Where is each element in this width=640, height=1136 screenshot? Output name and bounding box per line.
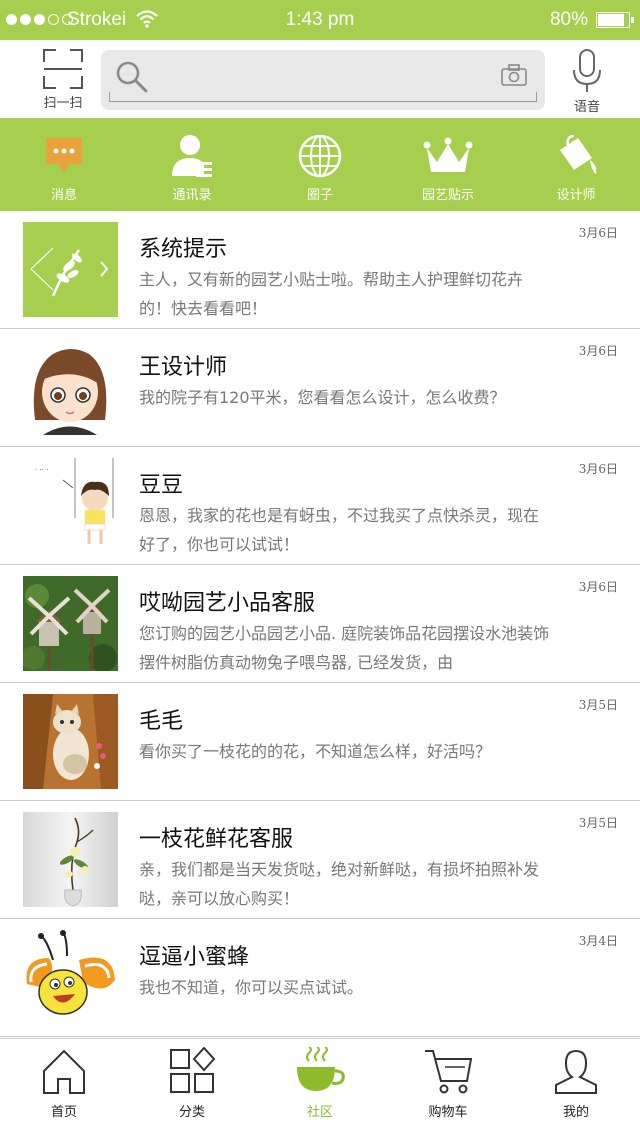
bottom-tab-label: 分类 — [178, 1105, 205, 1120]
message-preview: 您订购的园艺小品园艺小品. 庭院装饰品花园摆设水池装饰摆件树脂仿真动物兔子喂鸟器… — [139, 624, 550, 672]
system-avatar — [23, 222, 118, 317]
message-bubble-icon — [46, 138, 82, 172]
scan-button[interactable]: 扫一扫 — [34, 48, 92, 114]
bottom-tab-label: 社区 — [306, 1105, 333, 1120]
tab-messages[interactable]: 消息 — [0, 118, 128, 211]
message-preview: 亲，我们都是当天发货哒，绝对新鲜哒，有损坏拍照补发哒，亲可以放心购买！ — [139, 860, 540, 908]
home-icon — [43, 1049, 85, 1094]
microphone-icon — [573, 49, 601, 92]
battery-fill — [598, 14, 624, 26]
user-icon — [555, 1049, 597, 1094]
svg-text:· ·· ·: · ·· · — [35, 466, 48, 474]
message-item[interactable]: 系统提示 3月6日 主人，又有新的园艺小贴士啦。帮助主人护理鲜切花卉的！快去看看… — [0, 211, 640, 329]
message-preview: 我也不知道，你可以买点试试。 — [139, 978, 364, 997]
category-icon — [170, 1047, 216, 1093]
message-item[interactable]: 哎呦园艺小品客服 3月6日 您订购的园艺小品园艺小品. 庭院装饰品花园摆设水池装… — [0, 565, 640, 683]
tab-gardening-tips[interactable]: 园艺贴示 — [384, 118, 512, 211]
message-date: 3月5日 — [578, 816, 618, 830]
contacts-icon — [172, 135, 212, 177]
shopping-cart-icon — [425, 1050, 473, 1094]
message-sender: 豆豆 — [139, 473, 184, 498]
scan-icon — [43, 49, 83, 89]
battery-percentage: 80% — [549, 9, 588, 30]
bottom-tab-label: 我的 — [562, 1105, 589, 1120]
tab-label: 圈子 — [306, 188, 333, 203]
message-date: 3月6日 — [578, 580, 618, 594]
category-tabs: 消息 通讯录 圈子 园艺贴示 设计师 — [0, 118, 640, 211]
garden-shop-avatar — [23, 576, 118, 671]
bottom-tab-cart[interactable]: 购物车 — [384, 1039, 512, 1136]
message-list: 系统提示 3月6日 主人，又有新的园艺小贴士啦。帮助主人护理鲜切花卉的！快去看看… — [0, 211, 640, 1037]
globe-icon — [298, 134, 342, 178]
search-icon — [116, 61, 148, 93]
bottom-tab-label: 购物车 — [428, 1105, 468, 1120]
message-preview: 我的院子有120平米，您看看怎么设计，怎么收费？ — [139, 388, 506, 407]
voice-label: 语音 — [573, 100, 600, 115]
message-item[interactable]: 一枝花鲜花客服 3月5日 亲，我们都是当天发货哒，绝对新鲜哒，有损坏拍照补发哒，… — [0, 801, 640, 919]
tab-label: 消息 — [50, 188, 77, 203]
message-preview: 看你买了一枝花的的花，不知道怎么样，好活吗？ — [139, 742, 492, 761]
search-row: 扫一扫 语音 — [0, 40, 640, 118]
camera-icon[interactable] — [501, 64, 527, 86]
message-sender: 哎呦园艺小品客服 — [139, 591, 316, 616]
maomao-avatar — [23, 694, 118, 789]
search-input[interactable] — [153, 64, 473, 92]
tab-label: 园艺贴示 — [421, 188, 474, 203]
message-date: 3月6日 — [578, 226, 618, 240]
clock: 1:43 pm — [285, 9, 355, 30]
message-date: 3月6日 — [578, 462, 618, 476]
paint-bucket-icon — [560, 134, 597, 174]
message-sender: 逗逼小蜜蜂 — [139, 945, 250, 970]
bottom-tab-me[interactable]: 我的 — [512, 1039, 640, 1136]
doudou-avatar: · ·· · — [23, 458, 118, 553]
search-underline — [109, 92, 537, 102]
bottom-tab-home[interactable]: 首页 — [0, 1039, 128, 1136]
tab-label: 设计师 — [556, 188, 596, 203]
designer-avatar — [23, 340, 118, 435]
voice-button[interactable]: 语音 — [560, 48, 614, 115]
message-sender: 一枝花鲜花客服 — [139, 827, 294, 852]
bottom-tab-label: 首页 — [50, 1105, 77, 1120]
crown-icon — [423, 137, 473, 172]
message-date: 3月4日 — [578, 934, 618, 948]
tab-contacts[interactable]: 通讯录 — [128, 118, 256, 211]
message-item[interactable]: 王设计师 3月6日 我的院子有120平米，您看看怎么设计，怎么收费？ — [0, 329, 640, 447]
bottom-tab-community[interactable]: 社区 — [256, 1039, 384, 1136]
message-sender: 系统提示 — [139, 237, 228, 262]
bottom-tab-category[interactable]: 分类 — [128, 1039, 256, 1136]
message-item[interactable]: 逗逼小蜜蜂 3月4日 我也不知道，你可以买点试试。 — [0, 919, 640, 1037]
bottom-tab-bar: 首页 分类 社区 购物车 我的 — [0, 1038, 640, 1136]
message-preview: 恩恩，我家的花也是有蚜虫，不过我买了点快杀灵，现在好了，你也可以试试！ — [139, 506, 540, 554]
tab-designer[interactable]: 设计师 — [512, 118, 640, 211]
message-item[interactable]: 毛毛 3月5日 看你买了一枝花的的花，不知道怎么样，好活吗？ — [0, 683, 640, 801]
scan-label: 扫一扫 — [43, 96, 83, 111]
tab-circle[interactable]: 圈子 — [256, 118, 384, 211]
status-bar: Strokei 1:43 pm 80% — [0, 0, 640, 40]
message-date: 3月6日 — [578, 344, 618, 358]
message-item[interactable]: · ·· · 豆豆 3月6日 恩恩，我家的花也是有蚜虫，不过我买了点快杀灵，现在… — [0, 447, 640, 565]
bee-avatar — [23, 930, 118, 1025]
message-sender: 毛毛 — [139, 709, 184, 734]
message-sender: 王设计师 — [139, 355, 228, 380]
tab-label: 通讯录 — [172, 188, 212, 203]
coffee-cup-icon — [297, 1047, 345, 1091]
flower-shop-avatar — [23, 812, 118, 907]
search-box[interactable] — [101, 50, 545, 110]
battery-icon — [596, 12, 634, 28]
message-preview: 主人，又有新的园艺小贴士啦。帮助主人护理鲜切花卉的！快去看看吧！ — [139, 270, 524, 318]
message-date: 3月5日 — [578, 698, 618, 712]
